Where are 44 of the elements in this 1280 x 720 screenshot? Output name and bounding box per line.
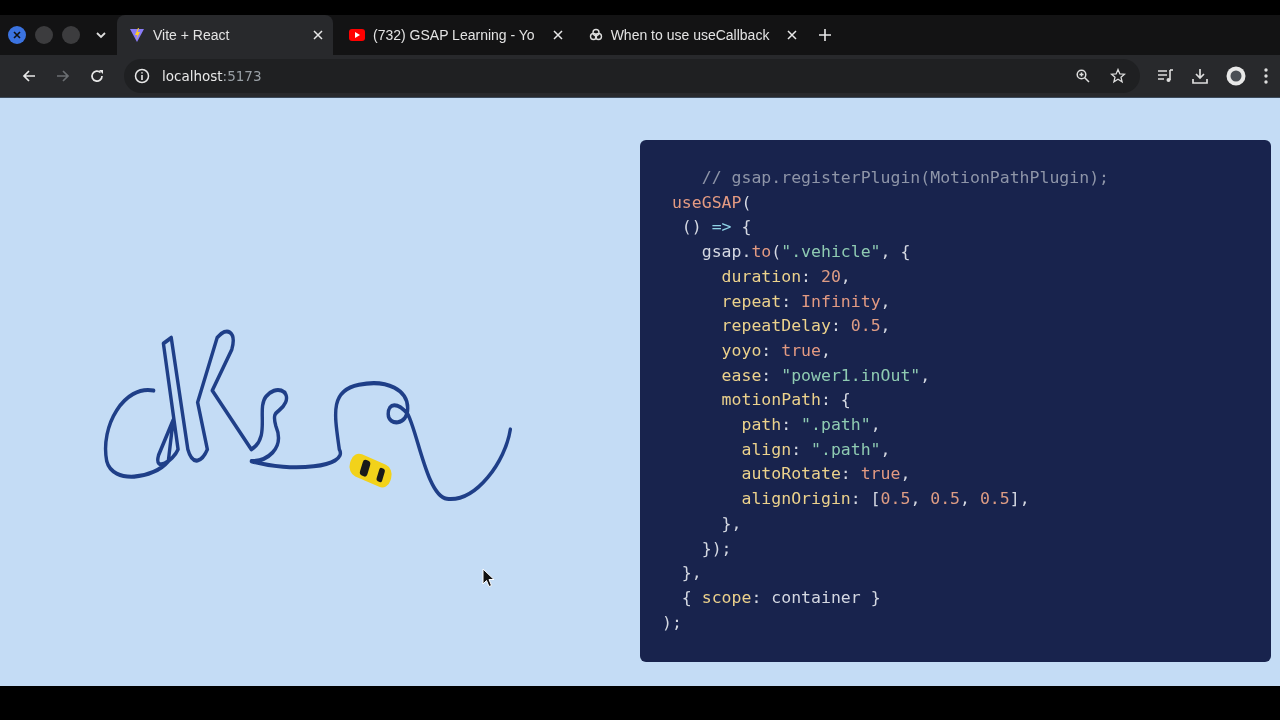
code-line: repeatDelay: 0.5, xyxy=(720,315,891,338)
code-line: yoyo: true, xyxy=(720,339,831,362)
close-icon[interactable] xyxy=(552,30,563,40)
url-text: localhost:5173 xyxy=(162,68,263,84)
plus-icon[interactable] xyxy=(819,29,832,41)
code-line: // gsap.registerPlugin(MotionPathPlugin); xyxy=(700,167,1110,189)
star-icon[interactable] xyxy=(1110,68,1126,84)
browser-tab[interactable]: (732) GSAP Learning - Yo xyxy=(337,15,573,55)
code-line: { scope: container } xyxy=(680,586,881,609)
code-line: autoRotate: true, xyxy=(740,463,911,486)
close-window-button[interactable] xyxy=(8,26,26,44)
code-line: alignOrigin: [0.5, 0.5, 0.5], xyxy=(740,488,1030,511)
menu-icon[interactable] xyxy=(1264,68,1268,84)
code-line: align: ".path", xyxy=(740,438,891,461)
info-icon[interactable] xyxy=(134,68,150,84)
cursor-icon xyxy=(482,568,495,588)
close-icon[interactable] xyxy=(787,30,798,40)
back-arrow-icon[interactable] xyxy=(22,69,36,83)
play-logo-icon xyxy=(349,29,365,41)
zoom-in-icon[interactable] xyxy=(1076,69,1090,83)
reload-icon[interactable] xyxy=(90,69,104,83)
code-line: }, xyxy=(680,562,702,585)
close-icon xyxy=(13,31,21,39)
code-line: duration: 20, xyxy=(720,265,851,288)
avatar-icon[interactable] xyxy=(1226,66,1246,86)
code-line: path: ".path", xyxy=(740,414,881,437)
code-line: }); xyxy=(700,537,732,560)
code-line: }, xyxy=(720,512,742,535)
lightning-logo-icon xyxy=(129,27,145,43)
code-line: gsap.to(".vehicle", { xyxy=(700,241,911,264)
code-line: ease: "power1.inOut", xyxy=(720,364,931,387)
browser-tab[interactable]: When to use useCallback xyxy=(576,15,808,55)
media-queue-icon[interactable] xyxy=(1158,69,1174,83)
knot-logo-icon xyxy=(588,28,603,42)
code-line: motionPath: { xyxy=(720,389,851,412)
browser-tab[interactable]: Vite + React xyxy=(117,15,333,55)
close-icon[interactable] xyxy=(313,30,323,40)
code-line: useGSAP( xyxy=(670,191,752,214)
address-field[interactable]: localhost:5173 xyxy=(124,59,1140,93)
download-icon[interactable] xyxy=(1192,68,1208,84)
chevron-down-icon[interactable] xyxy=(95,31,107,39)
code-line: ); xyxy=(662,611,682,634)
code-line: repeat: Infinity, xyxy=(720,290,891,313)
code-line: () => { xyxy=(680,216,752,239)
